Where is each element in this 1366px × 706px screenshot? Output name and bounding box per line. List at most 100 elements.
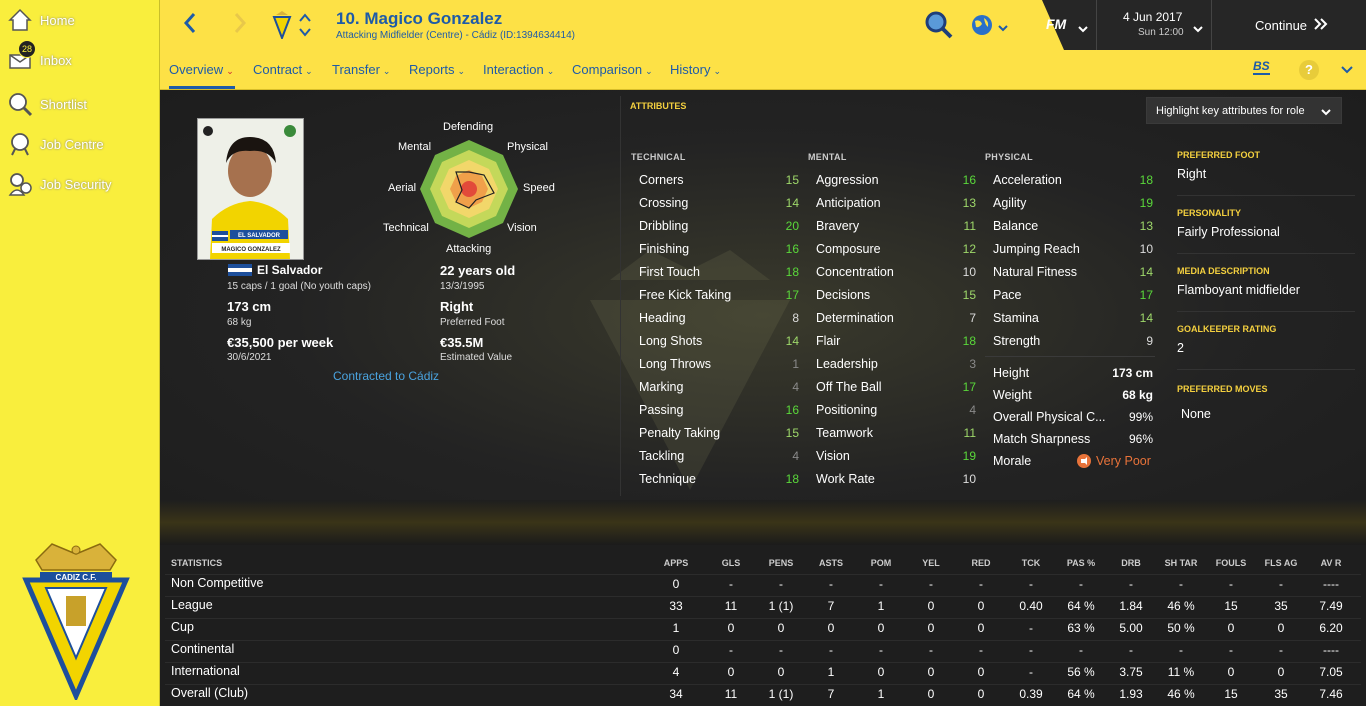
stat-column-header[interactable]: FOULS (1206, 558, 1256, 568)
fm-logo[interactable]: FM (1046, 16, 1066, 32)
sidebar-item-shortlist[interactable]: Shortlist (6, 90, 87, 118)
chevron-down-icon[interactable] (1341, 62, 1353, 80)
attribute-row[interactable]: Penalty Taking 15 (639, 421, 799, 444)
forward-button[interactable] (226, 10, 254, 40)
attribute-row[interactable]: Dribbling 20 (639, 214, 799, 237)
attribute-row[interactable]: Positioning 4 (816, 398, 976, 421)
chevron-down-icon[interactable] (1193, 20, 1203, 38)
club-crest[interactable]: CADIZ C.F. (22, 540, 130, 703)
stat-column-header[interactable]: AV R (1306, 558, 1356, 568)
attribute-value: 3 (969, 356, 976, 371)
help-icon[interactable]: ? (1299, 60, 1319, 80)
sidebar-item-home[interactable]: Home (6, 6, 75, 34)
attribute-row[interactable]: Tackling 4 (639, 444, 799, 467)
chevron-down-icon[interactable] (1078, 20, 1088, 38)
attribute-row[interactable]: Balance 13 (993, 214, 1153, 237)
attribute-name: Strength (993, 333, 1041, 348)
attribute-row[interactable]: Crossing 14 (639, 191, 799, 214)
attribute-row[interactable]: Passing 16 (639, 398, 799, 421)
stat-cell: 35 (1274, 599, 1288, 613)
stat-column-header[interactable]: PAS % (1056, 558, 1106, 568)
player-subtitle[interactable]: Attacking Midfielder (Centre) - Cádiz (I… (336, 30, 575, 41)
stat-cell: - (1079, 577, 1083, 591)
morale-row[interactable]: Morale Very Poor (993, 449, 1153, 472)
attribute-row[interactable]: Agility 19 (993, 191, 1153, 214)
tab-transfer[interactable]: Transfer ⌄ (332, 62, 390, 77)
sidebar-item-job-security[interactable]: Job Security (6, 170, 112, 198)
stat-column-header[interactable]: TCK (1006, 558, 1056, 568)
world-menu-button[interactable] (970, 13, 1008, 42)
attribute-row[interactable]: Determination 7 (816, 306, 976, 329)
attribute-row[interactable]: Marking 4 (639, 375, 799, 398)
attribute-row[interactable]: Technique 18 (639, 467, 799, 490)
divider (985, 356, 1155, 357)
stat-column-header[interactable]: SH TAR (1156, 558, 1206, 568)
chevron-down-icon: ⌄ (305, 66, 313, 76)
sidebar-item-job-centre[interactable]: Job Centre (6, 130, 104, 158)
attribute-row[interactable]: Heading 8 (639, 306, 799, 329)
attribute-row[interactable]: Long Throws 1 (639, 352, 799, 375)
attribute-row[interactable]: Flair 18 (816, 329, 976, 352)
attribute-row[interactable]: Leadership 3 (816, 352, 976, 375)
stat-column-header[interactable]: PENS (756, 558, 806, 568)
attribute-row[interactable]: Natural Fitness 14 (993, 260, 1153, 283)
stat-column-header[interactable]: POM (856, 558, 906, 568)
highlight-role-dropdown[interactable]: Highlight key attributes for role (1146, 97, 1342, 124)
attribute-row[interactable]: Aggression 16 (816, 168, 976, 191)
attribute-row[interactable]: Strength 9 (993, 329, 1153, 352)
stat-column-header[interactable]: APPS (651, 558, 701, 568)
attribute-row[interactable]: First Touch 18 (639, 260, 799, 283)
stat-cell: 11 (724, 599, 738, 613)
stat-row-label: Continental (171, 642, 235, 656)
attribute-row[interactable]: Vision 19 (816, 444, 976, 467)
attribute-row[interactable]: Decisions 15 (816, 283, 976, 306)
nationality[interactable]: El Salvador (257, 263, 322, 277)
attribute-row[interactable]: Stamina 14 (993, 306, 1153, 329)
attribute-row[interactable]: Teamwork 11 (816, 421, 976, 444)
row-divider (165, 574, 1361, 575)
stat-column-header[interactable]: YEL (906, 558, 956, 568)
sidebar-item-inbox[interactable]: 28 Inbox (6, 40, 72, 74)
stat-column-header[interactable]: DRB (1106, 558, 1156, 568)
attribute-row[interactable]: Concentration 10 (816, 260, 976, 283)
attribute-row[interactable]: Off The Ball 17 (816, 375, 976, 398)
back-button[interactable] (176, 10, 204, 40)
tab-overview[interactable]: Overview ⌄ (169, 62, 234, 77)
attribute-row[interactable]: Jumping Reach 10 (993, 237, 1153, 260)
attribute-row[interactable]: Pace 17 (993, 283, 1153, 306)
stat-column-header[interactable]: FLS AG (1256, 558, 1306, 568)
club-badge-icon[interactable] (272, 11, 292, 44)
bs-button[interactable]: BS (1253, 59, 1270, 75)
attribute-row[interactable]: Free Kick Taking 17 (639, 283, 799, 306)
attribute-value: 18 (962, 333, 976, 348)
contracted-link[interactable]: Contracted to Cádiz (333, 369, 439, 383)
stat-cell: 6.20 (1319, 621, 1343, 635)
attribute-row[interactable]: Anticipation 13 (816, 191, 976, 214)
attribute-name: Free Kick Taking (639, 287, 732, 302)
attribute-row[interactable]: Bravery 11 (816, 214, 976, 237)
attribute-row[interactable]: Corners 15 (639, 168, 799, 191)
tab-contract[interactable]: Contract ⌄ (253, 62, 313, 77)
stat-cell: 63 % (1067, 621, 1095, 635)
tab-interaction[interactable]: Interaction ⌄ (483, 62, 554, 77)
tab-comparison[interactable]: Comparison ⌄ (572, 62, 653, 77)
mental-heading: MENTAL (808, 152, 847, 162)
attribute-name: Stamina (993, 310, 1039, 325)
stat-column-header[interactable]: RED (956, 558, 1006, 568)
tab-history[interactable]: History ⌄ (670, 62, 721, 77)
attribute-name: Acceleration (993, 172, 1062, 187)
search-icon[interactable] (924, 10, 954, 45)
attribute-row[interactable]: Long Shots 14 (639, 329, 799, 352)
attribute-row[interactable]: Work Rate 10 (816, 467, 976, 490)
attribute-row[interactable]: Finishing 16 (639, 237, 799, 260)
player-cycle-arrows[interactable] (298, 12, 312, 43)
stat-column-header[interactable]: GLS (706, 558, 756, 568)
attribute-row[interactable]: Acceleration 18 (993, 168, 1153, 191)
stat-column-header[interactable]: ASTS (806, 558, 856, 568)
tab-label: Overview (169, 62, 224, 77)
continue-button[interactable]: Continue (1255, 18, 1329, 33)
row-divider (165, 596, 1361, 597)
tab-reports[interactable]: Reports ⌄ (409, 62, 465, 77)
attribute-row[interactable]: Composure 12 (816, 237, 976, 260)
stat-cell: 0 (977, 687, 985, 701)
